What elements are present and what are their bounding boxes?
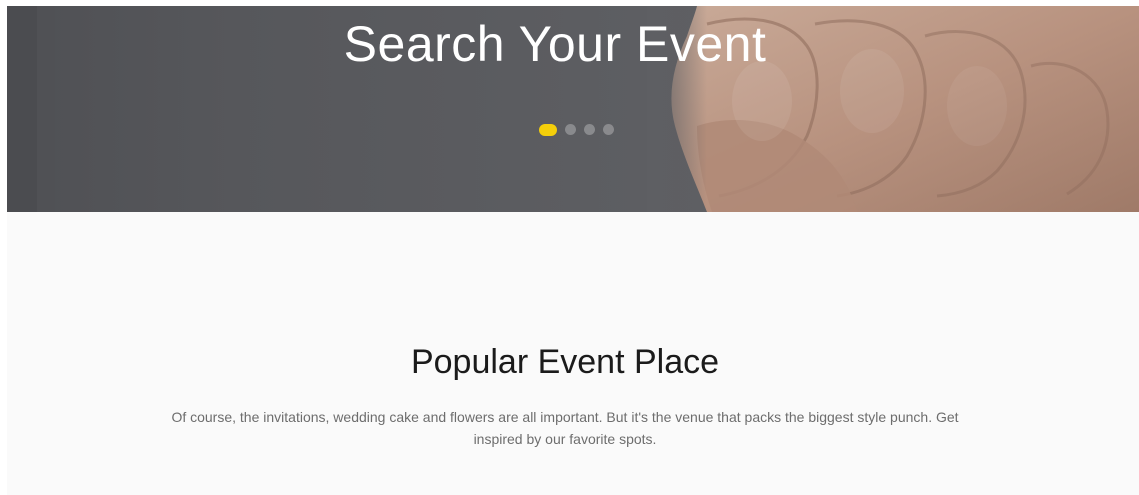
carousel-pagination — [539, 124, 614, 136]
carousel-dot-2[interactable] — [565, 124, 576, 135]
carousel-dot-3[interactable] — [584, 124, 595, 135]
popular-event-place-section: Popular Event Place Of course, the invit… — [7, 212, 1139, 495]
carousel-dot-1[interactable] — [539, 124, 557, 136]
section-description: Of course, the invitations, wedding cake… — [171, 409, 959, 447]
page: Search Your Event Popular Event Place Of… — [0, 0, 1139, 495]
hero-banner: Search Your Event — [7, 6, 1139, 212]
hero-title: Search Your Event — [343, 16, 767, 72]
carousel-dot-4[interactable] — [603, 124, 614, 135]
section-title: Popular Event Place — [410, 343, 720, 381]
